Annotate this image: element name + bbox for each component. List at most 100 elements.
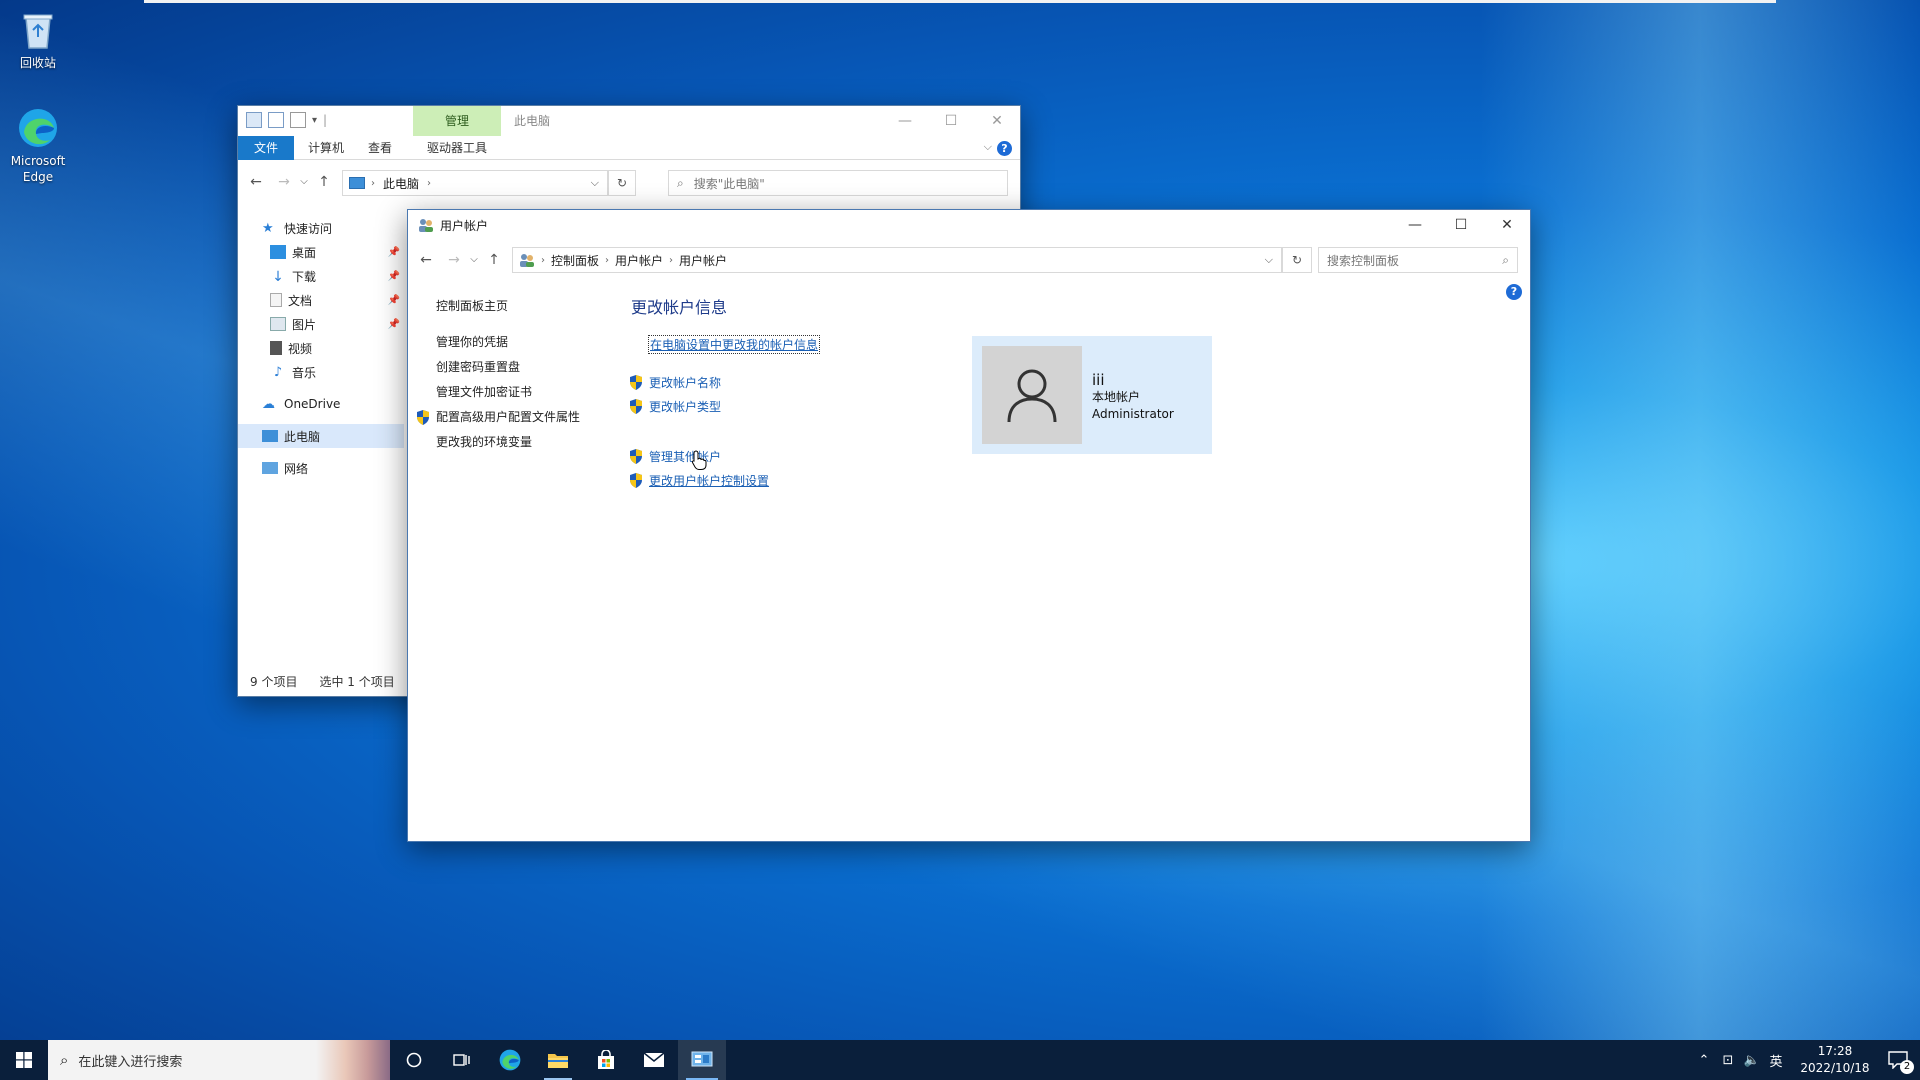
link-pc-settings-account[interactable]: 在电脑设置中更改我的帐户信息 xyxy=(647,332,821,356)
uac-shield-icon xyxy=(630,398,642,414)
nav-onedrive[interactable]: ☁ OneDrive xyxy=(238,392,404,416)
link-manage-other-accounts[interactable]: 管理其他帐户 xyxy=(629,444,819,468)
nav-downloads[interactable]: ↓ 下载 📌 xyxy=(238,264,404,288)
selected-count: 选中 1 个项目 xyxy=(319,675,395,689)
item-count: 9 个项目 xyxy=(250,675,298,689)
up-arrow-icon[interactable]: ↑ xyxy=(482,240,506,280)
uac-shield-icon xyxy=(630,472,642,488)
download-arrow-icon: ↓ xyxy=(272,269,284,285)
search-icon: ⌕ xyxy=(1502,252,1509,267)
video-icon xyxy=(270,341,282,355)
up-arrow-icon[interactable]: ↑ xyxy=(312,164,336,200)
ua-minimize-button[interactable]: — xyxy=(1392,210,1438,240)
breadcrumb-user-accounts[interactable]: 用户帐户 xyxy=(615,252,663,269)
show-hidden-icons-chevron-icon[interactable]: ⌃ xyxy=(1692,1053,1716,1068)
pin-icon[interactable]: 📌 xyxy=(388,247,400,258)
recycle-bin-label: 回收站 xyxy=(19,56,56,70)
taskbar-mail[interactable] xyxy=(630,1040,678,1080)
link-manage-credentials[interactable]: 管理你的凭据 xyxy=(436,330,616,355)
ua-address-row: ← → ⌵ ↑ › 控制面板 › 用户帐户 › 用户帐户 ⌵ ↻ 搜索控制面板 … xyxy=(408,240,1530,280)
edge-icon xyxy=(16,106,60,150)
input-method-indicator[interactable]: 英 xyxy=(1764,1051,1788,1070)
breadcrumb-separator-icon: › xyxy=(669,254,674,266)
explorer-title-bar[interactable]: ▾ | 管理 此电脑 — ☐ ✕ xyxy=(238,106,1020,136)
pin-icon[interactable]: 📌 xyxy=(388,319,400,330)
nav-videos[interactable]: 视频 xyxy=(238,336,404,360)
user-accounts-title-bar[interactable]: 用户帐户 — ☐ ✕ xyxy=(408,210,1530,240)
taskbar-edge[interactable] xyxy=(486,1040,534,1080)
network-icon[interactable]: ⊡ xyxy=(1716,1053,1740,1068)
quick-access-toolbar: ▾ | xyxy=(246,112,327,128)
cortana-button[interactable] xyxy=(390,1040,438,1080)
nav-music[interactable]: ♪ 音乐 xyxy=(238,360,404,384)
link-change-account-type[interactable]: 更改帐户类型 xyxy=(629,394,819,418)
address-text: 此电脑 xyxy=(383,176,420,191)
address-dropdown-icon[interactable]: ⌵ xyxy=(591,176,599,190)
account-name: iii xyxy=(1092,371,1105,389)
link-change-env-vars[interactable]: 更改我的环境变量 xyxy=(436,430,616,455)
uac-shield-icon xyxy=(630,374,642,390)
explorer-search-box[interactable]: ⌕ 搜索"此电脑" xyxy=(668,170,1008,196)
qat-dropdown-icon[interactable]: ▾ xyxy=(312,115,317,126)
taskbar-control-panel[interactable] xyxy=(678,1040,726,1080)
new-folder-icon[interactable] xyxy=(290,112,306,128)
refresh-icon[interactable]: ↻ xyxy=(608,170,636,196)
address-dropdown-icon[interactable]: ⌵ xyxy=(1265,253,1273,267)
explorer-address-bar[interactable]: › 此电脑 › ⌵ xyxy=(342,170,608,196)
ua-help-icon[interactable]: ? xyxy=(1506,284,1522,300)
link-change-uac-settings[interactable]: 更改用户帐户控制设置 xyxy=(629,450,819,492)
link-manage-encryption-certs[interactable]: 管理文件加密证书 xyxy=(436,380,616,405)
taskbar-file-explorer[interactable] xyxy=(534,1040,582,1080)
taskbar-search-box[interactable]: ⌕ 在此键入进行搜索 xyxy=(48,1040,390,1080)
nav-pictures[interactable]: 图片 📌 xyxy=(238,312,404,336)
explorer-address-row: ← → ⌵ ↑ › 此电脑 › ⌵ ↻ ⌕ 搜索"此电脑" xyxy=(238,164,1020,200)
manage-context-tab[interactable]: 管理 xyxy=(413,106,501,136)
refresh-icon[interactable]: ↻ xyxy=(1282,247,1312,273)
breadcrumb-control-panel[interactable]: 控制面板 xyxy=(551,252,599,269)
ua-address-bar[interactable]: › 控制面板 › 用户帐户 › 用户帐户 ⌵ xyxy=(512,247,1282,273)
tab-drive-tools[interactable]: 驱动器工具 xyxy=(413,136,501,160)
link-advanced-profile[interactable]: 配置高级用户配置文件属性 xyxy=(416,405,616,430)
link-control-panel-home[interactable]: 控制面板主页 xyxy=(436,294,616,319)
system-tray: ⌃ ⊡ 🔈 英 17:28 2022/10/18 2 xyxy=(1692,1040,1920,1080)
nav-desktop[interactable]: 桌面 📌 xyxy=(238,240,404,264)
action-center-button[interactable]: 2 xyxy=(1876,1040,1920,1080)
tab-view[interactable]: 查看 xyxy=(358,136,402,160)
edge-shortcut[interactable]: Microsoft Edge xyxy=(0,106,76,185)
link-create-reset-disk[interactable]: 创建密码重置盘 xyxy=(436,355,616,380)
avatar xyxy=(982,346,1082,444)
tab-computer[interactable]: 计算机 xyxy=(298,136,354,160)
network-icon xyxy=(262,462,278,474)
nav-documents[interactable]: 文档 📌 xyxy=(238,288,404,312)
nav-quick-access[interactable]: ★ 快速访问 xyxy=(238,216,404,240)
link-change-account-name[interactable]: 更改帐户名称 xyxy=(629,370,819,394)
tab-file[interactable]: 文件 xyxy=(238,136,294,160)
ua-maximize-button[interactable]: ☐ xyxy=(1438,210,1484,240)
user-accounts-icon xyxy=(419,219,433,232)
pin-icon[interactable]: 📌 xyxy=(388,295,400,306)
explorer-maximize-button[interactable]: ☐ xyxy=(928,106,974,136)
picture-icon xyxy=(270,317,286,331)
ua-close-button[interactable]: ✕ xyxy=(1484,210,1530,240)
explorer-close-button[interactable]: ✕ xyxy=(974,106,1020,136)
start-button[interactable] xyxy=(0,1040,48,1080)
mail-icon xyxy=(643,1052,665,1067)
task-view-button[interactable] xyxy=(438,1040,486,1080)
taskbar-clock[interactable]: 17:28 2022/10/18 xyxy=(1794,1043,1876,1077)
nav-this-pc[interactable]: 此电脑 xyxy=(238,424,404,448)
taskbar-store[interactable] xyxy=(582,1040,630,1080)
breadcrumb-user-accounts-current[interactable]: 用户帐户 xyxy=(679,252,727,269)
pin-icon[interactable]: 📌 xyxy=(388,271,400,282)
volume-icon[interactable]: 🔈 xyxy=(1740,1053,1764,1068)
explorer-minimize-button[interactable]: — xyxy=(882,106,928,136)
user-accounts-window[interactable]: 用户帐户 — ☐ ✕ ← → ⌵ ↑ › 控制面板 › 用户帐户 › 用户帐户 … xyxy=(407,209,1531,842)
properties-icon[interactable] xyxy=(268,112,284,128)
recycle-bin-shortcut[interactable]: 回收站 xyxy=(0,8,76,71)
ribbon-expand-icon[interactable]: ⌵ xyxy=(984,140,992,154)
back-arrow-icon[interactable]: ← xyxy=(414,240,438,280)
ua-search-box[interactable]: 搜索控制面板 ⌕ xyxy=(1318,247,1518,273)
recycle-bin-icon xyxy=(16,8,60,52)
explorer-help-icon[interactable]: ? xyxy=(997,141,1012,156)
back-arrow-icon[interactable]: ← xyxy=(244,164,268,200)
nav-network[interactable]: 网络 xyxy=(238,456,404,480)
